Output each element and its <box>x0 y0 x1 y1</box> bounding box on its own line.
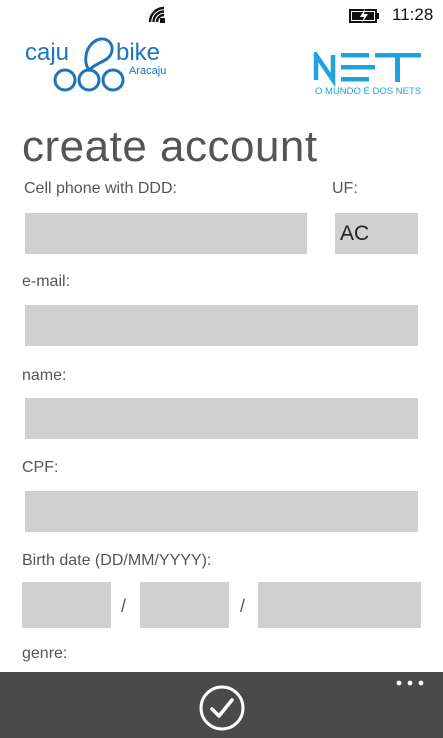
date-separator: / <box>240 596 246 616</box>
battery-charging-icon <box>349 9 379 23</box>
uf-select[interactable]: AC <box>335 213 418 254</box>
name-input[interactable] <box>25 398 418 439</box>
page-title: create account <box>22 122 318 171</box>
logo-word-bike: bike <box>116 39 160 66</box>
date-separator: / <box>121 596 127 616</box>
birth-day-input[interactable] <box>22 582 111 628</box>
cell-phone-label: Cell phone with DDD: <box>24 180 177 197</box>
ellipsis-icon[interactable] <box>393 674 427 692</box>
birth-date-label: Birth date (DD/MM/YYYY): <box>22 552 212 569</box>
genre-label: genre: <box>22 645 68 662</box>
status-bar: 11:28 <box>0 0 443 30</box>
cpf-input[interactable] <box>25 491 418 532</box>
cell-phone-input[interactable] <box>25 213 307 254</box>
net-tagline: O MUNDO É DOS NETS <box>315 86 421 97</box>
net-logo: O MUNDO É DOS NETS <box>313 52 421 97</box>
check-circle-icon[interactable] <box>198 684 246 732</box>
email-input[interactable] <box>25 305 418 346</box>
cpf-label: CPF: <box>22 459 59 476</box>
logo-word-caju: caju <box>25 39 69 66</box>
email-label: e-mail: <box>22 273 71 290</box>
birth-year-input[interactable] <box>258 582 421 628</box>
clock: 11:28 <box>392 5 434 24</box>
cajubike-logo: caju bike Aracaju <box>25 37 166 92</box>
name-label: name: <box>22 367 67 384</box>
wifi-signal-icon <box>148 6 165 23</box>
birth-month-input[interactable] <box>140 582 229 628</box>
logo-city: Aracaju <box>129 65 166 77</box>
app-bar <box>0 672 443 738</box>
uf-label: UF: <box>332 180 358 197</box>
